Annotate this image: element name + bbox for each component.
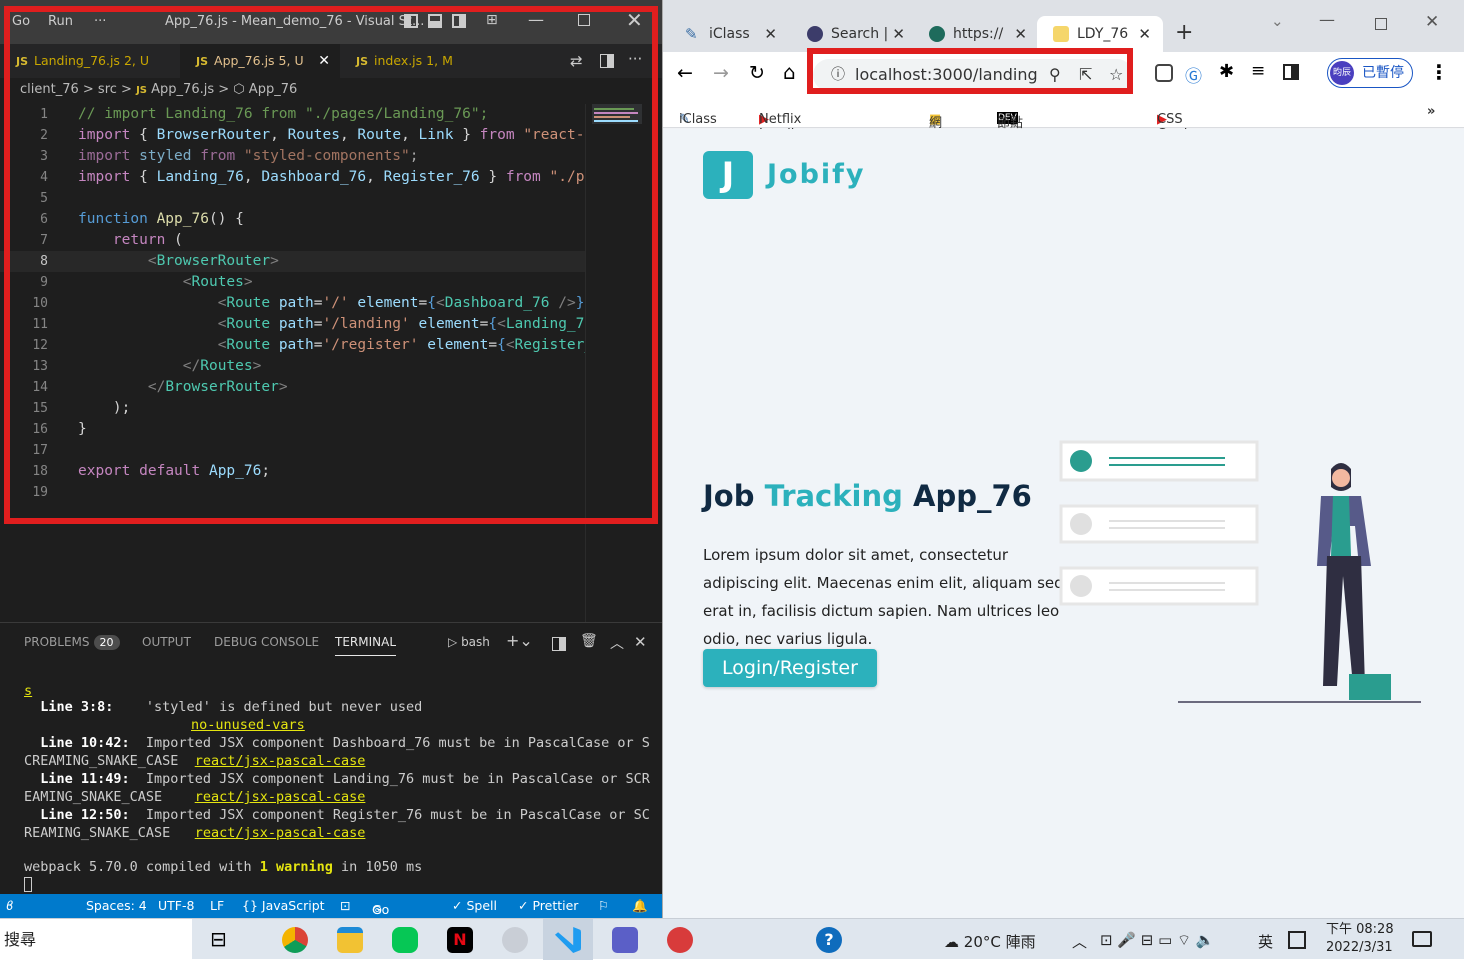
terminal-line: EAMING_SNAKE_CASE react/jsx-pascal-case [24,789,366,805]
reload-icon[interactable]: ↻ [749,62,765,84]
trash-icon[interactable]: 🗑 [580,633,598,649]
sharepoint-icon [929,26,945,42]
maximize-panel-icon[interactable]: ︿ [610,633,624,653]
netflix-icon[interactable]: N [447,927,473,953]
tab-ldy[interactable]: LDY_76 ✕ [1037,16,1163,52]
line-icon[interactable] [392,927,418,953]
vscode-window: Go Run ··· App_76.js - Mean_demo_76 - Vi… [0,0,662,918]
help-icon[interactable]: ? [816,927,842,953]
status-bar: ϐ Spaces: 4 UTF-8 LF {} JavaScript ⊡ ⊚ G… [0,894,662,918]
bookmarks-overflow-icon[interactable]: » [1427,104,1435,119]
vscode-taskbar-active[interactable] [543,919,593,960]
landing-page: J Jobify Job Tracking App_76 Lorem ipsum… [663,129,1464,918]
hero-illustration [1059,440,1421,703]
terminal-shell-select[interactable]: ▷ bash [448,635,490,649]
tab-https[interactable]: https://✕ [913,16,1033,52]
extensions-icon[interactable]: ✱ [1219,61,1234,82]
tab-problems[interactable]: PROBLEMS 20 [24,635,120,650]
status-language[interactable]: {} JavaScript [242,898,325,913]
avatar: 昀辰 [1330,61,1354,85]
terminal-icon: ▷ [448,635,458,649]
reading-list-icon[interactable]: ≡ [1251,61,1265,81]
status-spell[interactable]: ✓ Spell [452,898,497,913]
status-terminal-icon[interactable]: ⊡ [340,898,350,913]
terminal-line: no-unused-vars [191,717,305,733]
login-register-button[interactable]: Login/Register [703,649,877,687]
logo-mark: J [703,151,753,199]
tab-output[interactable]: OUTPUT [142,635,191,649]
teams-icon[interactable] [612,927,638,953]
tab-iclass[interactable]: ✎ iClass ✕ [669,16,789,52]
status-prettier[interactable]: ✓ Prettier [518,898,578,913]
tab-terminal[interactable]: TERMINAL [335,635,397,656]
close-panel-icon[interactable]: ✕ [634,633,647,651]
close-tab-icon[interactable]: ✕ [1138,16,1151,52]
search-site-icon [807,26,823,42]
ime-indicator[interactable]: 英 [1258,931,1273,952]
app-icon[interactable] [667,927,693,953]
new-tab-icon[interactable]: + [1175,20,1193,45]
chrome-menu-icon[interactable]: ⋮ [1429,60,1449,84]
tab-debug-console[interactable]: DEBUG CONSOLE [214,635,319,649]
chrome-tabstrip: ✎ iClass ✕ Search | ✕ https://✕ LDY_76 ✕ + … [663,0,1464,52]
side-panel-icon[interactable] [1283,64,1299,80]
bookmarks-bar: ✎ iClass ▶ Netflix Landing Pa... ■ 網頁 DE… [663,96,1464,207]
terminal-line: REAMING_SNAKE_CASE react/jsx-pascal-case [24,825,366,841]
extension-chat-icon[interactable] [1155,64,1173,82]
extension-translate-icon[interactable]: Ⓖ [1185,62,1202,87]
close-tab-icon[interactable]: ✕ [764,16,777,52]
chrome-icon[interactable] [282,927,308,953]
terminal-line: Line 11:49: Imported JSX component Landi… [24,771,650,787]
feedback-icon[interactable]: ⚐ [598,898,609,913]
split-terminal-icon[interactable] [552,637,566,651]
ime-mode-icon[interactable] [1288,931,1306,949]
windows-taskbar: 搜尋 ⊟ N ? ☁ 20°C 陣雨 ︿ ⊡ 🎤 ⊟ ▭ ⌔ 🔈 英 下午 08… [0,918,1464,960]
chrome-window: ✎ iClass ✕ Search | ✕ https://✕ LDY_76 ✕ + … [662,0,1464,918]
forward-icon[interactable]: → [713,62,729,84]
status-spaces[interactable]: Spaces: 4 [86,898,147,913]
iclass-icon: ✎ [685,25,698,43]
terminal-line: webpack 5.70.0 compiled with 1 warning i… [24,859,423,875]
highlight-box-editor [4,6,658,524]
terminal-cursor [24,877,32,892]
task-view-icon[interactable]: ⊟ [210,927,227,951]
tab-search-icon[interactable]: ⌄ [1271,12,1284,30]
close-tab-icon[interactable]: ✕ [892,16,905,52]
maximize-icon[interactable] [1375,18,1387,30]
new-terminal-icon[interactable]: +⌄ [506,631,533,650]
notifications-icon[interactable]: 🔔 [632,898,648,914]
vscode-icon [555,927,581,953]
notification-center-icon[interactable] [1412,931,1432,947]
back-icon[interactable]: ← [677,62,693,84]
terminal-line: CREAMING_SNAKE_CASE react/jsx-pascal-cas… [24,753,366,769]
status-encoding[interactable]: UTF-8 [158,898,194,913]
bottom-panel: PROBLEMS 20 OUTPUT DEBUG CONSOLE TERMINAL… [0,622,662,894]
tray-overflow-icon[interactable]: ︿ [1072,931,1087,952]
logo-text: Jobify [767,159,866,190]
terminal-line: Line 3:8: 'styled' is defined but never … [24,699,423,715]
snipping-tool-icon[interactable] [502,927,528,953]
close-tab-icon[interactable]: ✕ [1014,16,1027,52]
remote-icon[interactable]: ϐ [6,898,14,913]
hero-paragraph: Lorem ipsum dolor sit amet, consectetur … [703,546,1064,648]
minimize-icon[interactable]: — [1319,10,1335,29]
chrome-toolbar: ← → ↻ ⌂ ⓘ localhost:3000/landing ⚲ ⇱ ☆ Ⓖ… [663,48,1464,96]
close-window-icon[interactable]: ✕ [1425,12,1439,32]
tab-search[interactable]: Search | ✕ [791,16,911,52]
terminal-line: Line 12:50: Imported JSX component Regis… [24,807,650,823]
tray-icons[interactable]: ⊡ 🎤 ⊟ ▭ ⌔ 🔈 [1100,931,1215,950]
clock[interactable]: 下午 08:28 2022/3/31 [1326,921,1394,957]
weather-cloud-icon: ☁ [944,933,959,951]
terminal-line: Line 10:42: Imported JSX component Dashb… [24,735,650,751]
profile-button[interactable]: 昀辰 已暫停 [1327,58,1413,88]
weather[interactable]: ☁ 20°C 陣雨 [944,931,1036,952]
file-explorer-icon[interactable] [337,927,363,953]
react-app-icon [1053,26,1069,42]
taskbar-search[interactable]: 搜尋 [0,919,192,960]
status-eol[interactable]: LF [210,898,224,913]
home-icon[interactable]: ⌂ [783,60,796,84]
highlight-box-url [807,48,1133,94]
hero-heading: Job Tracking App_76 [703,479,1032,513]
